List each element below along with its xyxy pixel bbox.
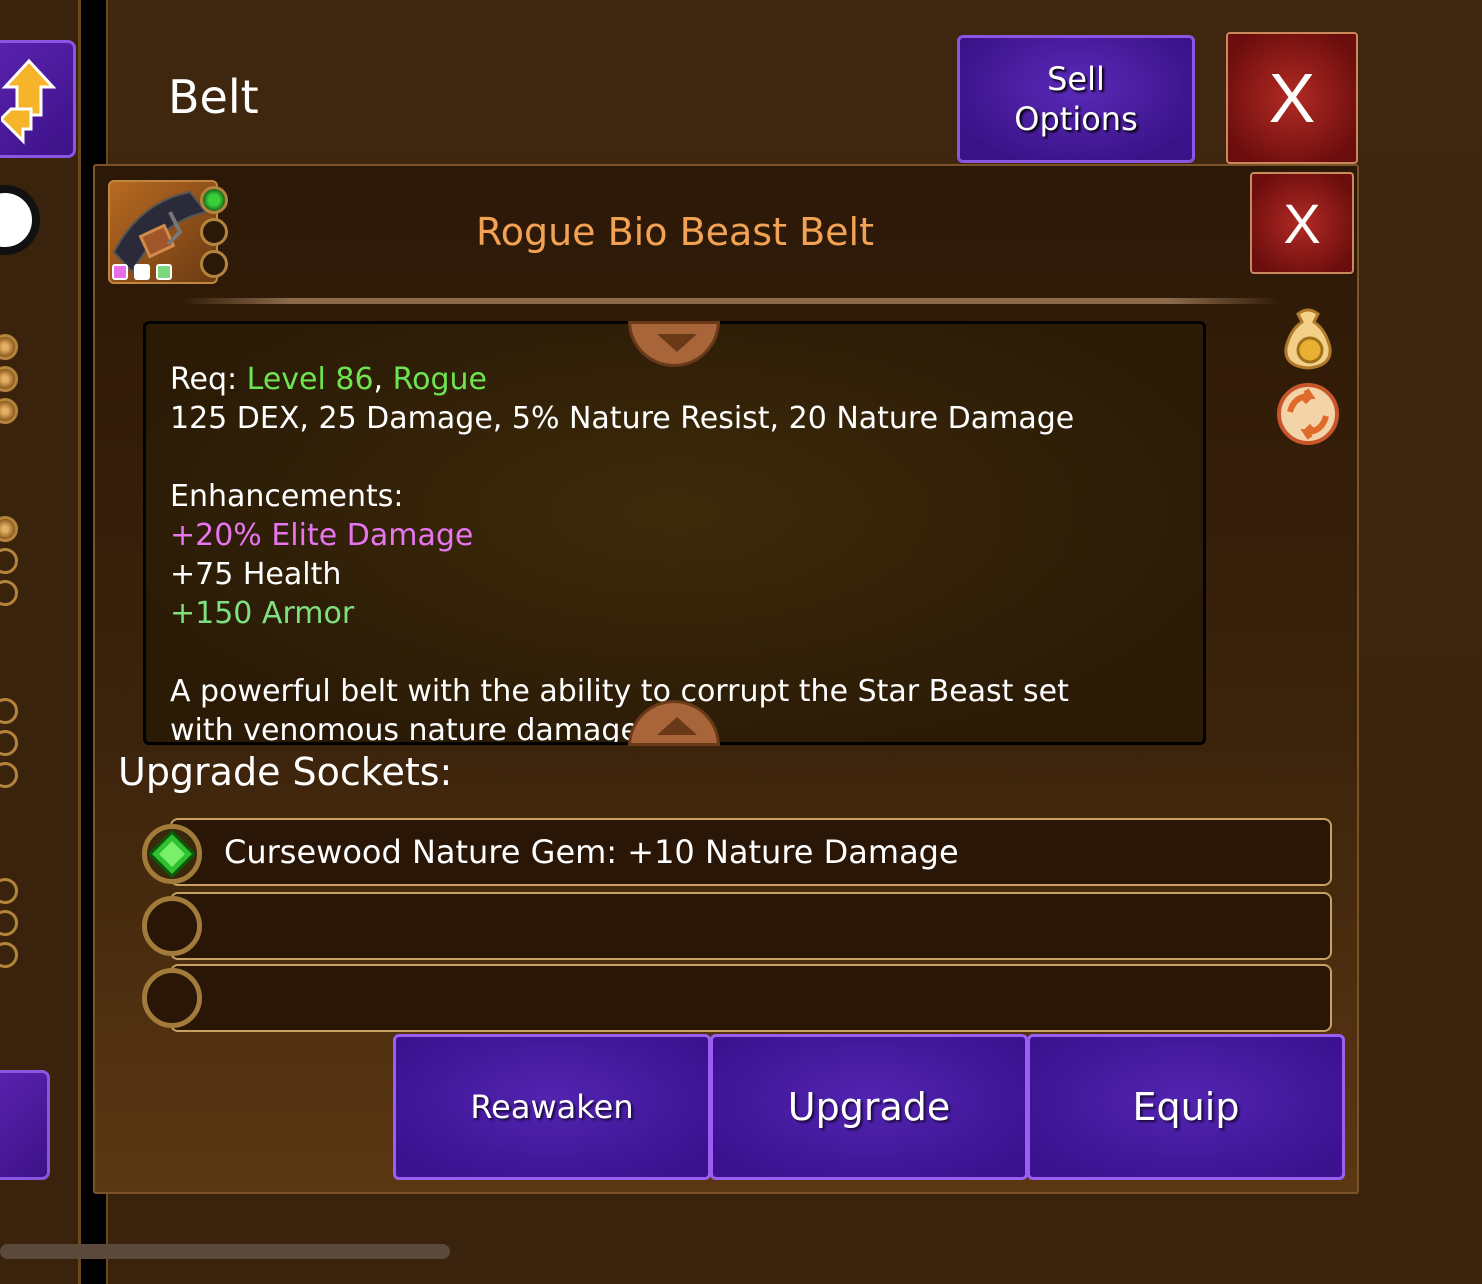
mini-socket-icon	[0, 548, 18, 574]
mini-socket-icon	[0, 366, 18, 392]
rarity-dot-green	[156, 264, 172, 280]
green-gem-icon	[142, 824, 202, 884]
req-class: Rogue	[392, 362, 487, 397]
sidebar-button[interactable]	[0, 1070, 50, 1180]
slot-title: Belt	[168, 70, 259, 124]
equip-label: Equip	[1132, 1085, 1240, 1129]
upgrade-sockets-label: Upgrade Sockets:	[118, 750, 453, 794]
socket-row-2[interactable]	[170, 892, 1332, 960]
item-name: Rogue Bio Beast Belt	[476, 210, 874, 254]
swap-arrows-icon	[1, 58, 57, 145]
close-window-button[interactable]: X	[1226, 32, 1358, 164]
enhancements-heading: Enhancements:	[170, 479, 404, 514]
gold-bag-icon[interactable]	[1280, 304, 1336, 376]
left-sidebar	[0, 0, 78, 1284]
mini-socket-icon	[0, 516, 18, 542]
mini-socket-icon	[0, 698, 18, 724]
mini-socket-icon	[0, 942, 18, 968]
empty-socket-icon	[142, 896, 202, 956]
equip-button[interactable]: Equip	[1027, 1034, 1345, 1180]
mini-socket-icon	[0, 878, 18, 904]
mini-socket-icon	[0, 762, 18, 788]
req-separator: ,	[373, 362, 393, 397]
title-divider	[180, 298, 1280, 304]
mini-socket-icon	[0, 334, 18, 360]
rarity-dot-white	[134, 264, 150, 280]
sell-options-button[interactable]: Sell Options	[957, 35, 1195, 163]
sell-options-label: Sell Options	[1014, 60, 1138, 138]
reawaken-label: Reawaken	[470, 1088, 634, 1126]
rarity-dot-pink	[112, 264, 128, 280]
mini-socket-icon	[0, 398, 18, 424]
close-icon: X	[1283, 191, 1321, 255]
mini-socket-icon	[0, 730, 18, 756]
mini-socket-icon	[0, 910, 18, 936]
mini-socket-icon	[0, 580, 18, 606]
empty-socket-icon	[142, 968, 202, 1028]
socket-row-1[interactable]: Cursewood Nature Gem: +10 Nature Damage	[170, 818, 1332, 886]
enhancement-elite-damage: +20% Elite Damage	[170, 518, 474, 553]
enhancement-health: +75 Health	[170, 557, 342, 592]
refresh-icon[interactable]	[1276, 382, 1340, 450]
description-content: Req: Level 86, Rogue 125 DEX, 25 Damage,…	[170, 360, 1180, 742]
req-level: Level 86	[246, 362, 374, 397]
empty-socket-icon	[200, 250, 228, 278]
stats-line: 125 DEX, 25 Damage, 5% Nature Resist, 20…	[170, 401, 1075, 436]
upgrade-label: Upgrade	[787, 1085, 951, 1129]
close-icon: X	[1268, 59, 1316, 137]
req-prefix: Req:	[170, 362, 247, 397]
socket-row-3[interactable]	[170, 964, 1332, 1032]
enhancement-armor: +150 Armor	[170, 596, 355, 631]
upgrade-button[interactable]: Upgrade	[710, 1034, 1028, 1180]
close-item-button[interactable]: X	[1250, 172, 1354, 274]
swap-button[interactable]	[0, 40, 76, 158]
reawaken-button[interactable]: Reawaken	[393, 1034, 711, 1180]
horizontal-scrollbar[interactable]	[0, 1244, 450, 1259]
item-description-box[interactable]: Req: Level 86, Rogue 125 DEX, 25 Damage,…	[143, 321, 1206, 745]
socket-1-text: Cursewood Nature Gem: +10 Nature Damage	[224, 833, 959, 871]
